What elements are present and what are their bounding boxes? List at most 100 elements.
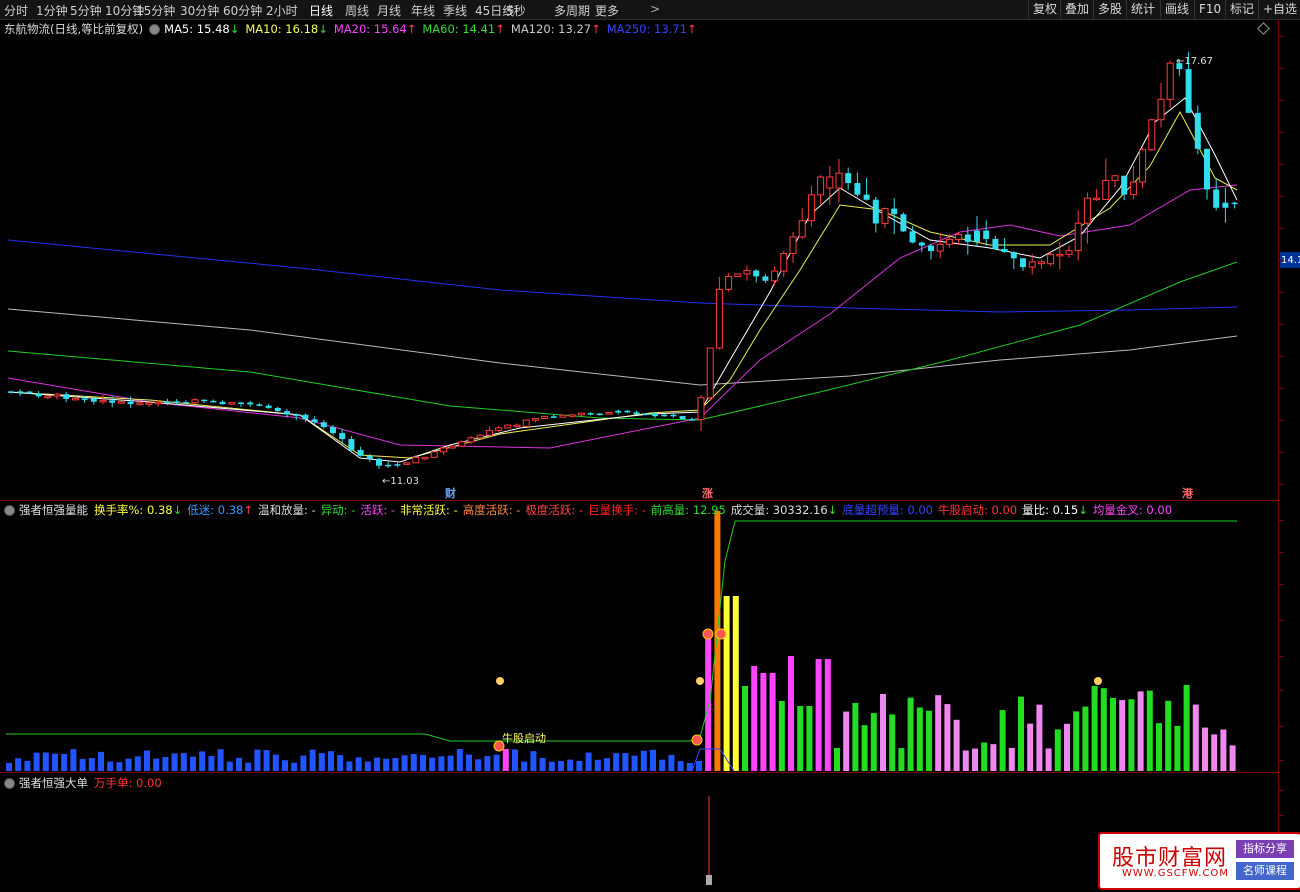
volume-bar (1128, 699, 1135, 771)
period-tab-4[interactable]: 15分钟 (136, 2, 175, 19)
period-tab-16[interactable]: 更多 (595, 2, 619, 19)
candle (495, 426, 503, 432)
toolbar-button-2[interactable]: 多股 (1093, 0, 1126, 19)
candle-body (376, 458, 382, 466)
volume-bar (153, 758, 160, 771)
candle-body (1194, 112, 1201, 149)
hand-pointer-icon (696, 677, 704, 685)
volume-bar (843, 711, 850, 771)
period-tab-11[interactable]: 年线 (411, 2, 435, 19)
settings-gear-icon[interactable] (4, 778, 15, 789)
candle-body (1231, 202, 1238, 205)
volume-bar (374, 757, 380, 771)
period-tab-12[interactable]: 季线 (443, 2, 467, 19)
candle-body (1074, 222, 1082, 252)
candle-body (789, 236, 797, 254)
candle-body (743, 269, 751, 275)
ma-legend-item: MA10: 16.18↓ (245, 22, 328, 36)
candle (1139, 147, 1147, 189)
volume-legend-item: 底量超预量: 0.00 (842, 503, 933, 517)
volume-indicator-panel[interactable]: 牛股启动 (0, 500, 1278, 773)
volume-bar (337, 755, 344, 771)
period-tab-7[interactable]: 2小时 (266, 2, 298, 19)
candle (201, 399, 208, 404)
volume-bar (576, 761, 583, 771)
candle (577, 412, 585, 416)
volume-legend-item: 异动: - (321, 503, 356, 517)
candlestick-chart[interactable]: ←17.67 ←11.03 财 涨 港 (0, 20, 1278, 500)
candle-body (63, 394, 70, 399)
volume-bar (1183, 684, 1190, 771)
toolbar-button-3[interactable]: 统计 (1126, 0, 1159, 19)
period-tab-15[interactable]: 多周期 (554, 2, 590, 19)
settings-gear-icon[interactable] (4, 505, 15, 516)
candle (274, 406, 281, 412)
period-tab-5[interactable]: 30分钟 (180, 2, 219, 19)
volume-bar (42, 752, 49, 771)
toolbar-button-5[interactable]: F10 (1194, 0, 1225, 19)
candle (265, 403, 272, 409)
candle (780, 251, 788, 278)
more-chevron-icon[interactable]: > (650, 2, 660, 16)
period-tab-6[interactable]: 60分钟 (223, 2, 262, 19)
big-order-chart[interactable] (0, 773, 1278, 889)
candle-body (302, 414, 309, 420)
axis-tick (1279, 815, 1284, 816)
legend-value: 0.38 (214, 503, 244, 517)
settings-gear-icon[interactable] (149, 24, 161, 35)
candle-body (909, 231, 916, 243)
price-chart-panel[interactable]: ←17.67 ←11.03 财 涨 港 (0, 20, 1278, 500)
volume-bar (1211, 734, 1218, 771)
candle (587, 412, 594, 416)
candle (679, 415, 686, 420)
volume-bar (760, 673, 767, 771)
candle (1102, 158, 1110, 200)
period-tab-14[interactable]: 5秒 (506, 2, 526, 19)
candle (117, 400, 125, 405)
big-order-panel[interactable] (0, 772, 1278, 889)
volume-bar (981, 742, 988, 771)
candle-body (366, 455, 373, 459)
volume-bar (1202, 727, 1208, 771)
volume-chart[interactable]: 牛股启动 (0, 501, 1278, 773)
period-tab-2[interactable]: 5分钟 (70, 2, 102, 19)
price-legend: 东航物流(日线,等比前复权) MA5: 15.48↓ MA10: 16.18↓ MA2… (4, 21, 703, 37)
period-tab-10[interactable]: 月线 (377, 2, 401, 19)
candle (559, 414, 567, 418)
volume-bar (1220, 729, 1227, 771)
toolbar-button-1[interactable]: 叠加 (1060, 0, 1093, 19)
candle (99, 394, 107, 405)
volume-bar (668, 754, 675, 771)
candle (1020, 258, 1026, 271)
candle (1231, 201, 1238, 209)
ma120-line (7, 308, 1238, 386)
candle (90, 397, 97, 405)
legend-label: 底量超预量: (842, 503, 904, 517)
volume-bar (52, 753, 58, 771)
period-tab-0[interactable]: 分时 (4, 2, 28, 19)
order-legend-items: 万手单: 0.00 (94, 776, 162, 790)
axis-tick (1279, 790, 1284, 791)
volume-bar (328, 751, 334, 771)
toolbar-button-6[interactable]: 标记 (1225, 0, 1258, 19)
candle-body (624, 410, 631, 413)
candle (1157, 82, 1165, 128)
volume-legend-item: 前高量: 12.95 (651, 503, 726, 517)
volume-bar (217, 749, 224, 771)
period-tab-9[interactable]: 周线 (345, 2, 369, 19)
volume-bar (539, 757, 546, 771)
candle (900, 212, 907, 232)
candle-body (1185, 69, 1192, 113)
period-tab-1[interactable]: 1分钟 (36, 2, 68, 19)
period-tab-8[interactable]: 日线 (309, 2, 333, 19)
toolbar-button-0[interactable]: 复权 (1028, 0, 1061, 19)
volume-bar (723, 596, 730, 771)
legend-label: 极度活跃: (525, 503, 576, 517)
toolbar-button-4[interactable]: 画线 (1160, 0, 1193, 19)
candle-body (688, 419, 695, 421)
volume-bar (834, 747, 840, 771)
volume-legend-item: 温和放量: - (258, 503, 316, 517)
candle (596, 413, 603, 416)
volume-indicator-title: 强者恒强量能 (19, 503, 88, 517)
toolbar-button-7[interactable]: +自选 (1258, 0, 1300, 19)
